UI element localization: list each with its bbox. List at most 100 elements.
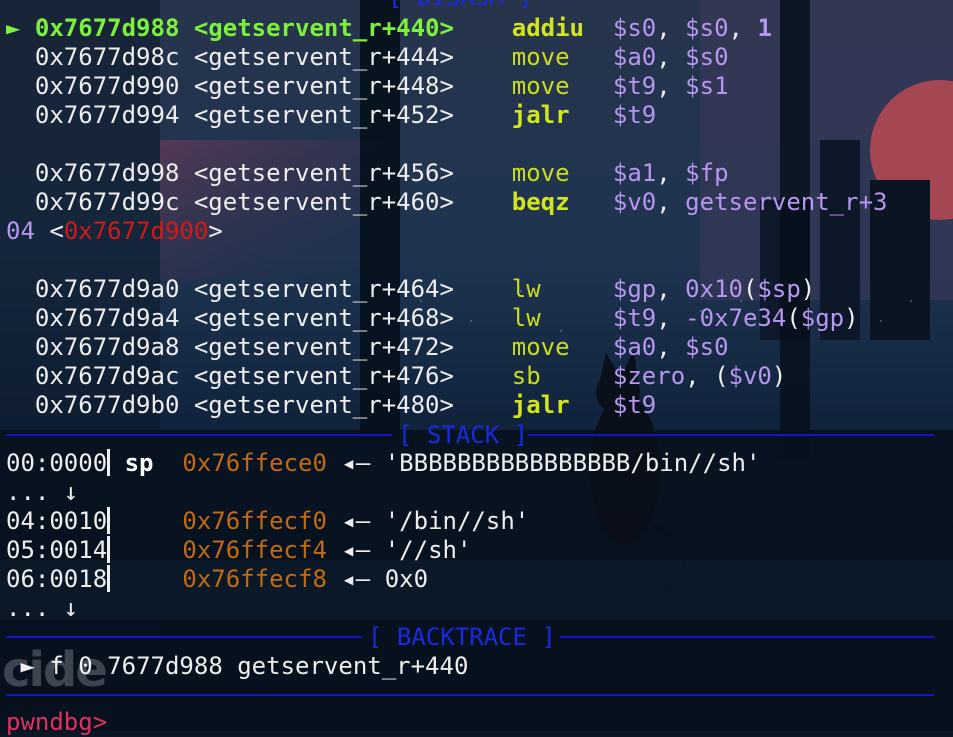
disasm-operand: 1: [757, 14, 772, 42]
disasm-punct: <: [34, 217, 64, 245]
disasm-punct: ,: [656, 304, 686, 332]
disasm-symbol: <getservent_r+444>: [193, 43, 454, 71]
disasm-operand: $a1: [612, 159, 657, 187]
disasm-opcode: beqz: [511, 188, 570, 216]
backtrace-separator-right: [560, 636, 934, 638]
disasm-address: 0x7677d994: [34, 101, 180, 129]
jump-target-symbol-continued: 04: [6, 217, 35, 245]
stack-separator-right: [528, 434, 934, 436]
disasm-operand: $t9: [612, 101, 657, 129]
disasm-address: 0x7677d998: [34, 159, 180, 187]
stack-register: sp: [124, 449, 154, 477]
disasm-opcode: jalr: [511, 101, 570, 129]
disasm-operand: $t9: [612, 304, 657, 332]
disasm-row: 0x7677d9a0 <getservent_r+464> lw $gp, 0x…: [6, 275, 815, 304]
stack-offset: 00:0000: [6, 449, 108, 477]
disasm-opcode: move: [511, 159, 570, 187]
stack-row: 00:0000 sp 0x76ffece0 ◂— 'BBBBBBBBBBBBBB…: [6, 449, 760, 478]
stack-ellipsis: ... ↓: [6, 594, 78, 623]
disasm-row: 0x7677d98c <getservent_r+444> move $a0, …: [6, 43, 729, 72]
disasm-operand: $s0: [685, 333, 729, 361]
disasm-opcode: move: [511, 333, 570, 361]
backtrace-symbol: getservent_r+440: [237, 652, 469, 680]
disasm-punct: ,: [656, 159, 686, 187]
watermark-logo: cide: [2, 642, 108, 698]
backtrace-header: [ BACKTRACE ]: [368, 623, 556, 651]
disasm-punct: >: [208, 217, 223, 245]
stack-value: '/bin//sh': [384, 507, 530, 535]
disasm-punct: (: [786, 304, 801, 332]
disasm-operand: $a0: [612, 43, 657, 71]
stack-ellipsis-text: ... ↓: [6, 594, 79, 622]
disasm-opcode: lw: [511, 304, 541, 332]
stack-offset: 06:0018: [6, 565, 108, 593]
disasm-row: 0x7677d99c <getservent_r+460> beqz $v0, …: [6, 188, 888, 217]
disasm-punct: ,: [656, 43, 686, 71]
disasm-symbol: <getservent_r+452>: [193, 101, 454, 129]
disasm-address: 0x7677d988: [34, 14, 180, 42]
disasm-symbol: <getservent_r+464>: [193, 275, 454, 303]
disasm-operand: 0x10: [685, 275, 743, 303]
disasm-symbol: <getservent_r+472>: [193, 333, 454, 361]
disasm-punct: ,: [656, 14, 686, 42]
disasm-operand: $v0: [612, 188, 657, 216]
stack-arrow: ◂—: [341, 536, 371, 564]
disasm-address: 0x7677d990: [34, 72, 180, 100]
disasm-row: 0x7677d9a8 <getservent_r+472> move $a0, …: [6, 333, 729, 362]
stack-value: 0x0: [384, 565, 429, 593]
disasm-address: 0x7677d9a4: [34, 304, 180, 332]
disasm-opcode: move: [511, 43, 570, 71]
disasm-punct: ,: [656, 72, 686, 100]
disasm-opcode: lw: [511, 275, 541, 303]
jump-target-address: 0x7677d900: [63, 217, 209, 245]
disasm-punct: ,: [656, 275, 686, 303]
stack-arrow: ◂—: [341, 449, 371, 477]
jump-target-symbol: getservent_r+3: [685, 188, 888, 216]
disasm-punct: ): [800, 275, 816, 303]
disasm-address: 0x7677d98c: [34, 43, 180, 71]
disasm-operand: $s0: [612, 14, 657, 42]
pwndbg-terminal: [ DISASM ] ► 0x7677d988 <getservent_r+44…: [0, 0, 953, 736]
disasm-address: 0x7677d9b0: [34, 391, 180, 419]
disasm-operand: $v0: [728, 362, 772, 390]
disasm-punct: ): [771, 362, 787, 390]
backtrace-separator-left: [6, 636, 362, 638]
stack-row: 06:0018 0x76ffecf8 ◂— 0x0: [6, 565, 428, 594]
stack-bar: [107, 507, 111, 534]
disasm-punct: ,: [728, 14, 758, 42]
disasm-row: 0x7677d994 <getservent_r+452> jalr $t9: [6, 101, 656, 130]
disasm-opcode: jalr: [511, 391, 570, 419]
disasm-symbol: <getservent_r+460>: [193, 188, 454, 216]
disasm-row-wrap: 04 <0x7677d900>: [6, 217, 223, 246]
stack-row: 04:0010 0x76ffecf0 ◂— '/bin//sh': [6, 507, 529, 536]
disasm-row-current: ► 0x7677d988 <getservent_r+440> addiu $s…: [6, 14, 772, 43]
disasm-row: 0x7677d9b0 <getservent_r+480> jalr $t9: [6, 391, 656, 420]
command-prompt[interactable]: pwndbg>: [6, 708, 107, 737]
disasm-symbol: <getservent_r+468>: [193, 304, 454, 332]
disasm-address: 0x7677d9ac: [34, 362, 180, 390]
disasm-row: 0x7677d998 <getservent_r+456> move $a1, …: [6, 159, 729, 188]
disasm-punct: ,: [656, 333, 686, 361]
current-instruction-marker: ►: [6, 14, 21, 42]
disasm-operand: $t9: [612, 72, 657, 100]
disasm-punct: ): [844, 304, 859, 332]
disasm-operand: $s0: [685, 43, 729, 71]
disasm-punct: ,: [685, 362, 715, 390]
disasm-operand: $gp: [800, 304, 845, 332]
disasm-row: 0x7677d9ac <getservent_r+476> sb $zero, …: [6, 362, 786, 391]
disasm-operand: $s0: [685, 14, 729, 42]
disasm-operand: $gp: [612, 275, 657, 303]
disasm-row: 0x7677d990 <getservent_r+448> move $t9, …: [6, 72, 729, 101]
stack-offset: 05:0014: [6, 536, 108, 564]
stack-address: 0x76ffecf0: [182, 507, 327, 535]
disasm-opcode: addiu: [511, 14, 584, 42]
disasm-symbol: <getservent_r+456>: [193, 159, 454, 187]
disasm-opcode: sb: [511, 362, 541, 390]
stack-ellipsis-text: ... ↓: [6, 478, 79, 506]
disasm-operand: $s1: [685, 72, 729, 100]
disasm-address: 0x7677d99c: [34, 188, 180, 216]
stack-separator-left: [6, 434, 392, 436]
stack-ellipsis: ... ↓: [6, 478, 78, 507]
stack-value: 'BBBBBBBBBBBBBBBB/bin//sh': [384, 449, 761, 477]
stack-header: [ STACK ]: [398, 421, 529, 449]
